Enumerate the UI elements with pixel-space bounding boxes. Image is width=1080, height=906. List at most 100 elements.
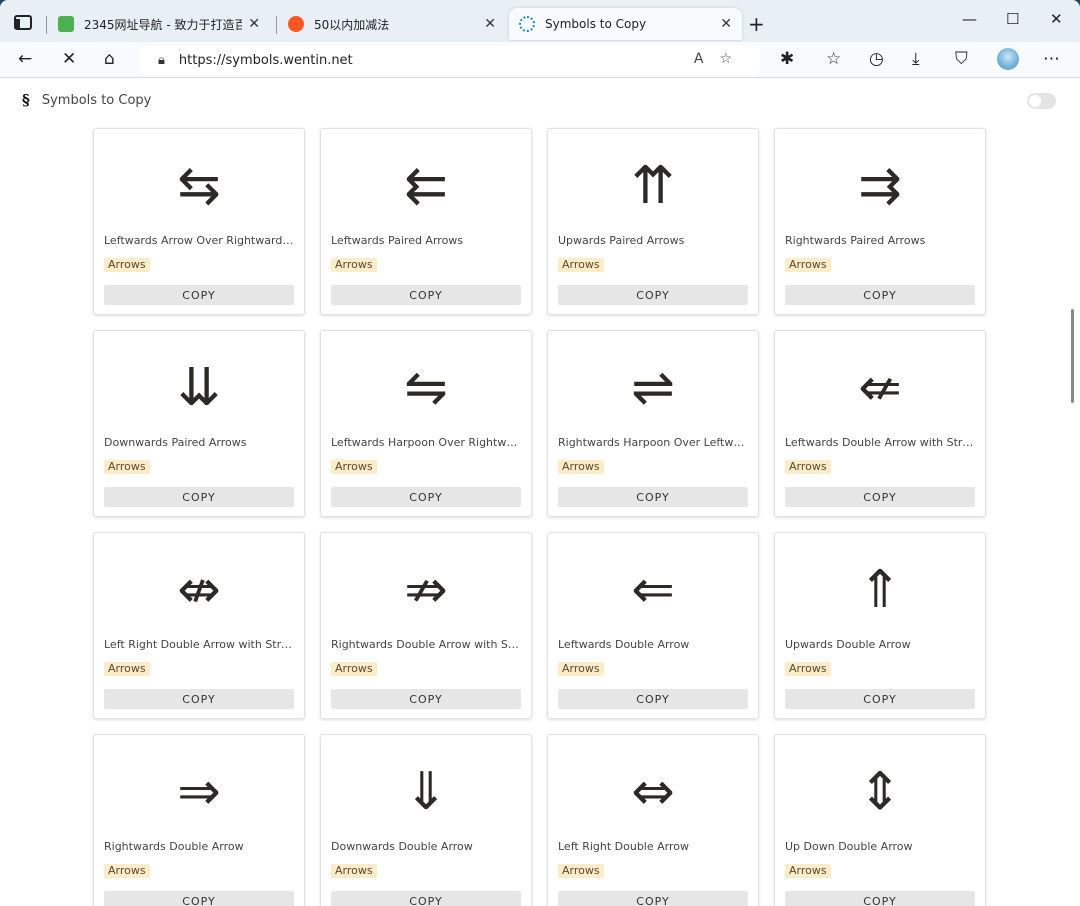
symbol-glyph[interactable]: ⇐ bbox=[548, 555, 758, 625]
copy-button[interactable]: COPY bbox=[785, 891, 975, 906]
page-content: § Symbols to Copy ⇆ Leftwards Arrow Over… bbox=[0, 79, 1080, 906]
symbol-card[interactable]: ⇔ Left Right Double Arrow Arrows COPY bbox=[547, 734, 759, 906]
symbol-glyph[interactable]: ⇎ bbox=[94, 555, 304, 625]
close-tab-icon[interactable]: ✕ bbox=[484, 16, 496, 32]
copy-button[interactable]: COPY bbox=[331, 487, 521, 507]
copy-button[interactable]: COPY bbox=[558, 285, 748, 305]
download-icon[interactable]: ⤓ bbox=[912, 49, 920, 69]
category-badge[interactable]: Arrows bbox=[785, 460, 831, 474]
more-menu-icon[interactable]: ⋯ bbox=[1043, 49, 1060, 69]
copy-button[interactable]: COPY bbox=[104, 689, 294, 709]
extensions-icon[interactable]: ✱ bbox=[780, 49, 794, 69]
symbol-card[interactable]: ⇇ Leftwards Paired Arrows Arrows COPY bbox=[320, 128, 532, 315]
browser-window: 2345网址导航 - 致力于打造百年品 ✕ 50以内加减法 ✕ Symbols … bbox=[0, 0, 1080, 906]
site-header: § Symbols to Copy bbox=[22, 91, 151, 109]
symbol-glyph[interactable]: ⇇ bbox=[321, 151, 531, 221]
maximize-icon[interactable]: ☐ bbox=[1006, 10, 1019, 28]
category-badge[interactable]: Arrows bbox=[331, 258, 377, 272]
symbol-card[interactable]: ⇌ Rightwards Harpoon Over Leftwards Harp… bbox=[547, 330, 759, 517]
symbol-glyph[interactable]: ⇒ bbox=[94, 757, 304, 827]
copy-button[interactable]: COPY bbox=[331, 689, 521, 709]
copy-button[interactable]: COPY bbox=[104, 285, 294, 305]
close-tab-icon[interactable]: ✕ bbox=[720, 16, 732, 32]
copy-button[interactable]: COPY bbox=[558, 689, 748, 709]
category-badge[interactable]: Arrows bbox=[331, 864, 377, 878]
symbol-glyph[interactable]: ⇉ bbox=[775, 151, 985, 221]
symbol-glyph[interactable]: ⇏ bbox=[321, 555, 531, 625]
browser-essentials-icon[interactable]: ⛉ bbox=[955, 49, 968, 69]
symbol-name: Rightwards Harpoon Over Leftwards Harpoo… bbox=[558, 436, 750, 449]
lock-icon[interactable]: 🔒︎ bbox=[158, 53, 165, 68]
add-favorite-icon[interactable]: ☆ bbox=[719, 51, 748, 67]
address-bar[interactable]: 🔒︎ https://symbols.wentin.net A☆ bbox=[140, 45, 760, 75]
symbol-card[interactable]: ⇓ Downwards Double Arrow Arrows COPY bbox=[320, 734, 532, 906]
symbol-glyph[interactable]: ⇕ bbox=[775, 757, 985, 827]
category-badge[interactable]: Arrows bbox=[104, 662, 150, 676]
symbol-card[interactable]: ⇍ Leftwards Double Arrow with Stroke Arr… bbox=[774, 330, 986, 517]
dark-mode-toggle[interactable] bbox=[1027, 93, 1056, 109]
symbol-glyph[interactable]: ⇓ bbox=[321, 757, 531, 827]
category-badge[interactable]: Arrows bbox=[558, 258, 604, 272]
site-title[interactable]: Symbols to Copy bbox=[42, 93, 152, 108]
copy-button[interactable]: COPY bbox=[785, 285, 975, 305]
copy-button[interactable]: COPY bbox=[558, 891, 748, 906]
symbol-card[interactable]: ⇊ Downwards Paired Arrows Arrows COPY bbox=[93, 330, 305, 517]
copy-button[interactable]: COPY bbox=[331, 891, 521, 906]
symbol-glyph[interactable]: ⇊ bbox=[94, 353, 304, 423]
symbol-card[interactable]: ⇏ Rightwards Double Arrow with Stroke Ar… bbox=[320, 532, 532, 719]
new-tab-icon[interactable]: + bbox=[748, 12, 765, 36]
copy-button[interactable]: COPY bbox=[104, 487, 294, 507]
symbol-glyph[interactable]: ⇔ bbox=[548, 757, 758, 827]
tab-2345[interactable]: 2345网址导航 - 致力于打造百年品 ✕ bbox=[48, 8, 270, 40]
category-badge[interactable]: Arrows bbox=[104, 864, 150, 878]
symbol-card[interactable]: ⇒ Rightwards Double Arrow Arrows COPY bbox=[93, 734, 305, 906]
symbol-glyph[interactable]: ⇑ bbox=[775, 555, 985, 625]
symbol-card[interactable]: ⇆ Leftwards Arrow Over Rightwards Arrow … bbox=[93, 128, 305, 315]
favorites-icon[interactable]: ☆ bbox=[826, 49, 841, 69]
close-window-icon[interactable]: ✕ bbox=[1050, 10, 1063, 28]
symbol-name: Upwards Paired Arrows bbox=[558, 234, 685, 247]
close-tab-icon[interactable]: ✕ bbox=[248, 16, 260, 32]
category-badge[interactable]: Arrows bbox=[558, 864, 604, 878]
home-icon[interactable]: ⌂ bbox=[104, 49, 115, 69]
symbol-card[interactable]: ⇋ Leftwards Harpoon Over Rightwards Harp… bbox=[320, 330, 532, 517]
scrollbar-thumb[interactable] bbox=[1071, 309, 1074, 403]
url-text[interactable]: https://symbols.wentin.net bbox=[179, 53, 353, 68]
symbol-card[interactable]: ⇕ Up Down Double Arrow Arrows COPY bbox=[774, 734, 986, 906]
symbol-card[interactable]: ⇉ Rightwards Paired Arrows Arrows COPY bbox=[774, 128, 986, 315]
tab-actions-icon[interactable] bbox=[14, 15, 32, 30]
symbol-glyph[interactable]: ⇆ bbox=[94, 151, 304, 221]
symbol-card[interactable]: ⇐ Leftwards Double Arrow Arrows COPY bbox=[547, 532, 759, 719]
symbol-card[interactable]: ⇑ Upwards Double Arrow Arrows COPY bbox=[774, 532, 986, 719]
category-badge[interactable]: Arrows bbox=[104, 258, 150, 272]
copy-button[interactable]: COPY bbox=[331, 285, 521, 305]
symbol-card[interactable]: ⇎ Left Right Double Arrow with Stroke Ar… bbox=[93, 532, 305, 719]
symbol-glyph[interactable]: ⇍ bbox=[775, 353, 985, 423]
category-badge[interactable]: Arrows bbox=[785, 662, 831, 676]
minimize-icon[interactable]: — bbox=[962, 10, 977, 28]
back-icon[interactable]: ← bbox=[18, 49, 32, 69]
avatar[interactable] bbox=[997, 48, 1019, 70]
copy-button[interactable]: COPY bbox=[785, 487, 975, 507]
category-badge[interactable]: Arrows bbox=[785, 258, 831, 272]
tab-math[interactable]: 50以内加减法 ✕ bbox=[278, 8, 506, 40]
symbol-glyph[interactable]: ⇌ bbox=[548, 353, 758, 423]
logo[interactable]: § bbox=[22, 91, 30, 109]
symbol-glyph[interactable]: ⇈ bbox=[548, 151, 758, 221]
category-badge[interactable]: Arrows bbox=[785, 864, 831, 878]
symbol-card[interactable]: ⇈ Upwards Paired Arrows Arrows COPY bbox=[547, 128, 759, 315]
stop-loading-icon[interactable]: ✕ bbox=[62, 49, 76, 69]
tab-symbols[interactable]: Symbols to Copy ✕ bbox=[509, 8, 742, 40]
copy-button[interactable]: COPY bbox=[558, 487, 748, 507]
category-badge[interactable]: Arrows bbox=[331, 460, 377, 474]
history-icon[interactable]: ◷ bbox=[869, 49, 884, 69]
symbol-name: Leftwards Paired Arrows bbox=[331, 234, 464, 247]
category-badge[interactable]: Arrows bbox=[104, 460, 150, 474]
copy-button[interactable]: COPY bbox=[785, 689, 975, 709]
category-badge[interactable]: Arrows bbox=[558, 460, 604, 474]
copy-button[interactable]: COPY bbox=[104, 891, 294, 906]
symbol-glyph[interactable]: ⇋ bbox=[321, 353, 531, 423]
category-badge[interactable]: Arrows bbox=[558, 662, 604, 676]
category-badge[interactable]: Arrows bbox=[331, 662, 377, 676]
read-aloud-icon[interactable]: A bbox=[694, 51, 720, 67]
